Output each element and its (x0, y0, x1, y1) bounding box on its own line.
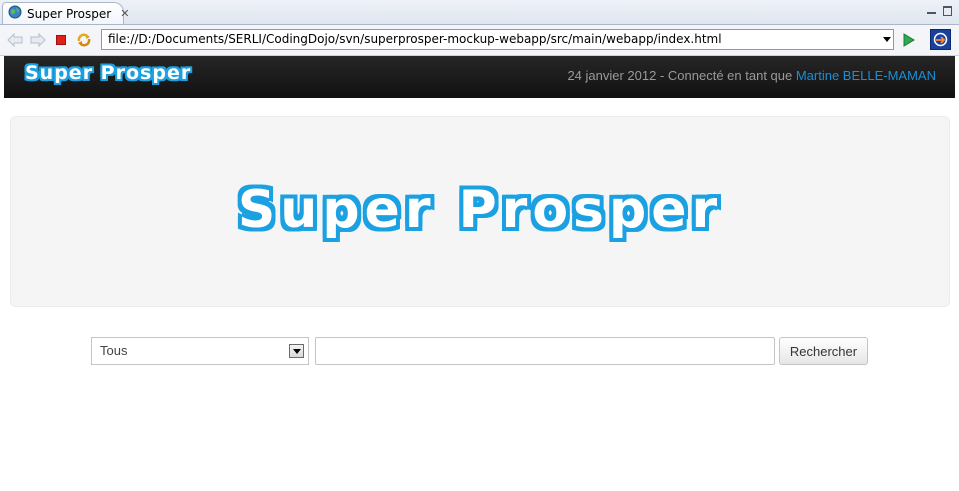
browser-tab[interactable]: Super Prosper ✕ (2, 2, 129, 24)
maximize-icon[interactable] (942, 5, 953, 16)
user-name-link[interactable]: Martine BELLE-MAMAN (796, 68, 936, 83)
globe-icon (8, 5, 27, 22)
search-button[interactable]: Rechercher (779, 337, 868, 365)
search-input[interactable] (315, 337, 775, 365)
chevron-down-icon[interactable] (289, 344, 304, 358)
go-icon[interactable] (899, 31, 917, 49)
brand-logo[interactable]: Super Prosper (25, 62, 191, 84)
connected-label: - Connecté en tant que (656, 68, 796, 83)
category-select[interactable]: Tous (91, 337, 309, 365)
external-browser-icon[interactable] (930, 29, 951, 50)
url-text: file://D:/Documents/SERLI/CodingDojo/svn… (108, 32, 722, 46)
minimize-icon[interactable] (926, 5, 937, 16)
tab-title: Super Prosper (27, 6, 112, 21)
category-selected-value: Tous (100, 343, 128, 358)
close-icon[interactable]: ✕ (120, 8, 129, 19)
forward-arrow-icon[interactable] (29, 31, 47, 49)
stop-icon[interactable] (52, 31, 70, 49)
site-header: Super Prosper 24 janvier 2012 - Connecté… (4, 56, 955, 98)
current-date: 24 janvier 2012 (567, 68, 657, 83)
hero-banner: Super Prosper (10, 116, 950, 307)
url-input[interactable]: file://D:/Documents/SERLI/CodingDojo/svn… (101, 29, 894, 50)
user-info: 24 janvier 2012 - Connecté en tant que M… (567, 68, 936, 83)
browser-toolbar: file://D:/Documents/SERLI/CodingDojo/svn… (0, 25, 959, 56)
back-arrow-icon[interactable] (6, 31, 24, 49)
browser-tab-strip: Super Prosper ✕ (0, 0, 959, 25)
refresh-icon[interactable] (75, 31, 93, 49)
hero-logo: Super Prosper (237, 179, 723, 240)
chevron-down-icon[interactable] (883, 37, 891, 42)
web-page: Super Prosper 24 janvier 2012 - Connecté… (0, 56, 959, 491)
